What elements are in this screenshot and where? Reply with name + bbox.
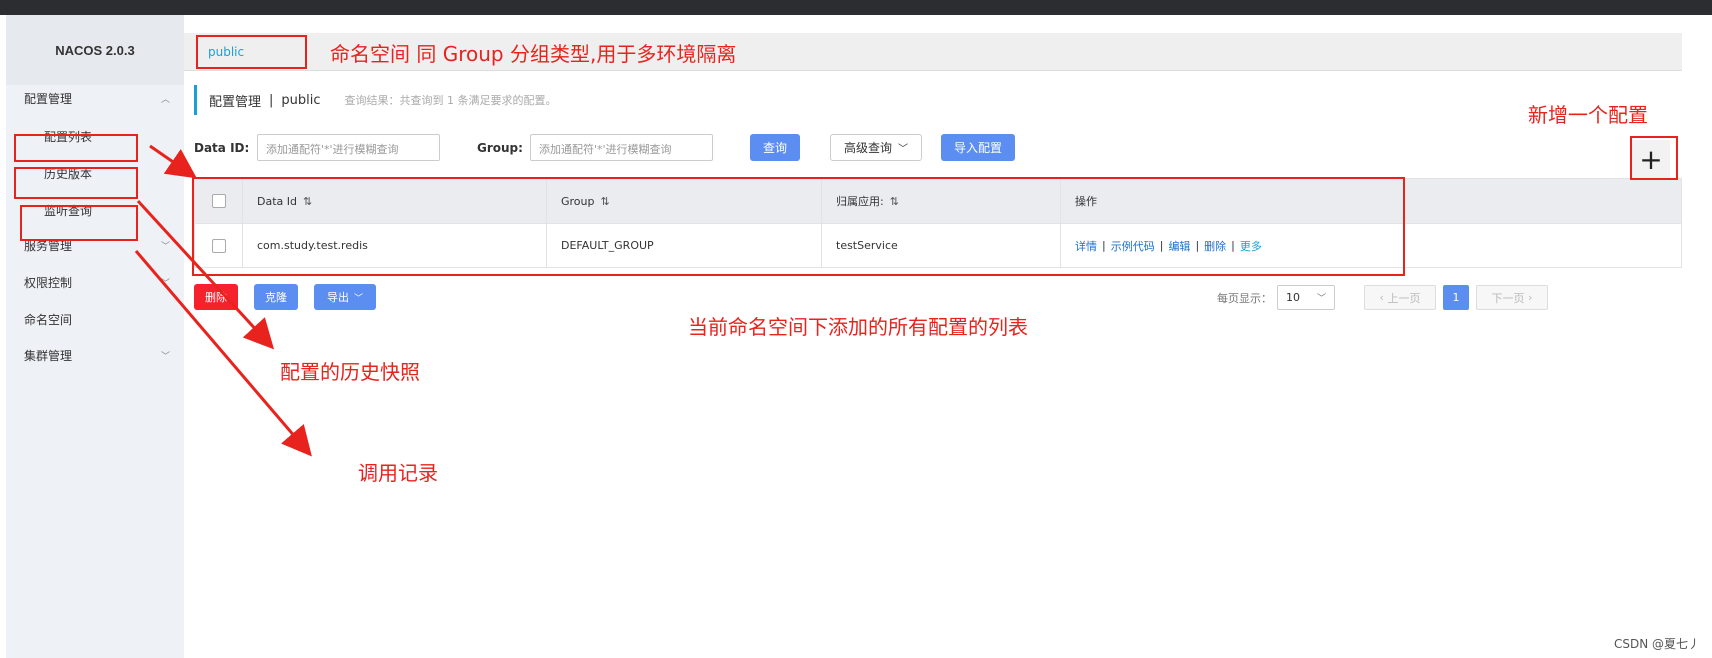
sidebar-item-config[interactable]: 配置管理 ︿ [6, 81, 184, 115]
data-id-label: Data ID: [194, 141, 250, 155]
sidebar-item-auth[interactable]: 权限控制 ﹀ [6, 265, 184, 299]
prev-page-button[interactable]: ‹ 上一页 [1364, 285, 1436, 310]
chevron-down-icon: ﹀ [160, 241, 170, 252]
sidebar-item-namespace[interactable]: 命名空间 [6, 302, 184, 336]
import-config-button[interactable]: 导入配置 [941, 134, 1015, 161]
annotation-box-config-list [14, 134, 138, 162]
breadcrumb-separator: | [269, 92, 274, 108]
chevron-right-icon: › [1528, 291, 1533, 304]
watermark: CSDN @夏七丿 [1613, 637, 1700, 651]
annotation-listen-note: 调用记录 [358, 461, 438, 485]
clone-button[interactable]: 克隆 [254, 284, 298, 310]
next-page-label: 下一页 [1491, 291, 1525, 305]
annotation-namespace-note: 命名空间 同 Group 分组类型,用于多环境隔离 [330, 42, 737, 66]
group-input[interactable]: 添加通配符'*'进行模糊查询 [530, 134, 713, 161]
sidebar-item-cluster[interactable]: 集群管理 ﹀ [6, 338, 184, 372]
chevron-down-icon: ﹀ [898, 144, 908, 155]
batch-delete-button[interactable]: 删除 [194, 284, 238, 310]
next-page-button[interactable]: 下一页 › [1476, 285, 1548, 310]
annotation-box-table [192, 177, 1405, 276]
group-label: Group: [477, 141, 523, 155]
annotation-box-history [14, 167, 138, 199]
chevron-down-icon: ﹀ [1316, 294, 1326, 304]
advanced-search-label: 高级查询 [843, 141, 892, 155]
page-size-select[interactable]: 10 ﹀ [1277, 285, 1335, 310]
chevron-down-icon: ﹀ [160, 278, 170, 289]
annotation-add-note: 新增一个配置 [1528, 103, 1648, 127]
breadcrumb: 配置管理 | public 查询结果：共查询到 1 条满足要求的配置。 [194, 85, 557, 115]
chevron-left-icon: ‹ [1379, 291, 1384, 304]
breadcrumb-namespace: public [281, 92, 321, 108]
breadcrumb-section: 配置管理 [209, 94, 262, 110]
result-hint: 查询结果：共查询到 1 条满足要求的配置。 [344, 94, 557, 107]
page-number-current[interactable]: 1 [1443, 285, 1469, 310]
sidebar: NACOS 2.0.3 配置管理 ︿ 配置列表 历史版本 监听查询 服务管理 ﹀… [6, 15, 184, 658]
sidebar-item-label: 命名空间 [24, 312, 73, 327]
advanced-search-button[interactable]: 高级查询 ﹀ [830, 134, 922, 161]
annotation-history-note: 配置的历史快照 [280, 360, 420, 384]
chevron-down-icon: ﹀ [353, 293, 363, 304]
search-button[interactable]: 查询 [750, 134, 800, 161]
sidebar-item-label: 配置管理 [24, 91, 73, 106]
export-button[interactable]: 导出 ﹀ [314, 284, 376, 310]
data-id-input[interactable]: 添加通配符'*'进行模糊查询 [257, 134, 440, 161]
page-size-label: 每页显示： [1217, 292, 1272, 305]
annotation-list-note: 当前命名空间下添加的所有配置的列表 [688, 315, 1028, 339]
sidebar-item-label: 权限控制 [24, 275, 73, 290]
export-label: 导出 [326, 291, 349, 304]
app-logo: NACOS 2.0.3 [6, 15, 184, 85]
annotation-box-listen [20, 205, 138, 241]
annotation-box-namespace [196, 35, 307, 69]
annotation-box-add [1630, 136, 1678, 180]
sidebar-item-label: 集群管理 [24, 348, 73, 363]
prev-page-label: 上一页 [1387, 291, 1421, 305]
page-size-value: 10 [1286, 291, 1300, 304]
chevron-down-icon: ﹀ [160, 351, 170, 362]
chevron-up-icon: ︿ [160, 94, 170, 105]
